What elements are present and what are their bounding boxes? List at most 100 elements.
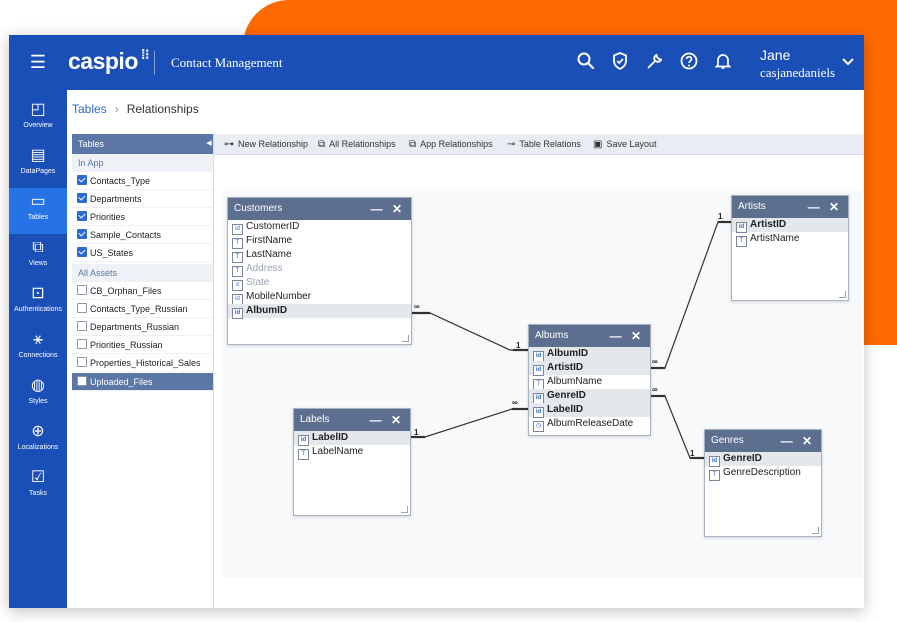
checkbox[interactable] xyxy=(77,376,87,386)
entity-labels[interactable]: Labels — ✕ id LabelID T LabelName xyxy=(293,408,411,516)
tasks-icon: ☑ xyxy=(30,469,46,486)
field-row-key[interactable]: id GenreID xyxy=(705,452,821,467)
checkbox[interactable] xyxy=(77,193,87,203)
tree-item[interactable]: CB_Orphan_Files xyxy=(72,282,213,300)
tree-item[interactable]: Properties_Historical_Sales xyxy=(72,354,213,372)
tables-icon: ▭ xyxy=(30,193,46,210)
tree-item[interactable]: Departments xyxy=(72,190,213,208)
wrench-icon[interactable] xyxy=(643,51,667,75)
checkbox[interactable] xyxy=(77,211,87,221)
field-row[interactable]: id CustomerID xyxy=(228,220,411,235)
entity-header[interactable]: Albums — ✕ xyxy=(529,325,650,347)
checkbox[interactable] xyxy=(77,339,87,349)
tree-item[interactable]: Sample_Contacts xyxy=(72,226,213,244)
breadcrumb-tables-link[interactable]: Tables xyxy=(72,102,107,116)
field-row[interactable]: T FirstName xyxy=(228,234,411,249)
relation-one-label: 1 xyxy=(718,212,723,221)
save-layout-button[interactable]: ▣ Save Layout xyxy=(593,134,657,154)
field-row-key[interactable]: id AlbumID xyxy=(529,347,650,362)
entity-albums[interactable]: Albums — ✕ id AlbumID id ArtistID T AlbumNam… xyxy=(528,324,651,436)
entity-genres[interactable]: Genres — ✕ id GenreID T GenreDescription xyxy=(704,429,822,537)
user-name[interactable]: Jane xyxy=(760,47,790,63)
field-row[interactable]: T LastName xyxy=(228,248,411,263)
all-relationships-button[interactable]: ⧉ All Relationships xyxy=(318,134,396,154)
resize-handle-icon[interactable] xyxy=(402,335,409,342)
resize-handle-icon[interactable] xyxy=(812,527,819,534)
tree-item[interactable]: Contacts_Type xyxy=(72,172,213,190)
resize-handle-icon[interactable] xyxy=(839,291,846,298)
minimize-close-icons[interactable]: — ✕ xyxy=(370,409,404,431)
field-row[interactable]: T ArtistName xyxy=(732,232,848,247)
new-relationship-button[interactable]: ⊶ New Relationship xyxy=(224,134,308,154)
entity-header[interactable]: Customers — ✕ xyxy=(228,198,411,220)
minimize-close-icons[interactable]: — ✕ xyxy=(371,198,405,220)
tree-item-selected[interactable]: Uploaded_Files xyxy=(72,373,213,391)
tree-section-all-assets: All Assets xyxy=(72,264,213,282)
checkbox[interactable] xyxy=(77,303,87,313)
field-row-key[interactable]: id GenreID xyxy=(529,389,650,404)
authentications-icon: ⊡ xyxy=(31,285,45,302)
nav-overview[interactable]: ◰ Overview xyxy=(9,96,67,142)
entity-header[interactable]: Labels — ✕ xyxy=(294,409,410,431)
shield-icon[interactable] xyxy=(608,51,632,75)
tree-item[interactable]: Departments_Russian xyxy=(72,318,213,336)
table-relations-button[interactable]: ⊸ Table Relations xyxy=(507,134,581,154)
field-row-key[interactable]: id LabelID xyxy=(294,431,410,446)
entity-customers[interactable]: Customers — ✕ id CustomerID T FirstName T La… xyxy=(227,197,412,345)
field-row[interactable]: id MobileNumber xyxy=(228,290,411,305)
checkbox[interactable] xyxy=(77,247,87,257)
tree-item[interactable]: Priorities xyxy=(72,208,213,226)
relation-many-label: ∞ xyxy=(414,302,420,311)
entity-header[interactable]: Genres — ✕ xyxy=(705,430,821,452)
minimize-close-icons[interactable]: — ✕ xyxy=(808,196,842,218)
minimize-close-icons[interactable]: — ✕ xyxy=(781,430,815,452)
table-relations-icon: ⊸ xyxy=(507,139,516,150)
field-row[interactable]: T LabelName xyxy=(294,445,410,460)
app-title[interactable]: Contact Management xyxy=(171,55,283,71)
checkbox[interactable] xyxy=(77,321,87,331)
field-row[interactable]: ≡ State xyxy=(228,276,411,291)
text-field-icon: T xyxy=(709,470,720,481)
field-row[interactable]: ◷ AlbumReleaseDate xyxy=(529,417,650,432)
nav-styles[interactable]: ◍ Styles xyxy=(9,372,67,418)
connections-icon: ⚹ xyxy=(33,331,43,348)
field-row-key[interactable]: id AlbumID xyxy=(228,304,411,319)
save-icon: ▣ xyxy=(593,139,603,150)
resize-handle-icon[interactable] xyxy=(401,506,408,513)
entity-artists[interactable]: Artists — ✕ id ArtistID T ArtistName xyxy=(731,195,849,301)
field-row[interactable]: T Address xyxy=(228,262,411,277)
nav-datapages[interactable]: ▤ DataPages xyxy=(9,142,67,188)
nav-tasks[interactable]: ☑ Tasks xyxy=(9,464,67,510)
chevron-down-icon[interactable] xyxy=(841,54,855,71)
tree-item[interactable]: Contacts_Type_Russian xyxy=(72,300,213,318)
app-relationships-button[interactable]: ⧉ App Relationships xyxy=(409,134,493,154)
caspio-logo[interactable]: caspio ⁞⁝ xyxy=(68,47,150,75)
tree-item[interactable]: US_States xyxy=(72,244,213,262)
nav-tables[interactable]: ▭ Tables xyxy=(9,188,67,234)
checkbox[interactable] xyxy=(77,357,87,367)
all-relationships-icon: ⧉ xyxy=(318,139,326,150)
collapse-panel-icon[interactable]: ◀ xyxy=(205,134,213,154)
user-login[interactable]: casjanedaniels xyxy=(760,65,835,81)
help-icon[interactable] xyxy=(677,51,701,75)
minimize-close-icons[interactable]: — ✕ xyxy=(610,325,644,347)
checkbox[interactable] xyxy=(77,229,87,239)
field-row-key[interactable]: id ArtistID xyxy=(529,361,650,376)
field-row-key[interactable]: id LabelID xyxy=(529,403,650,418)
menu-icon[interactable]: ☰ xyxy=(27,52,49,72)
checkbox[interactable] xyxy=(77,175,87,185)
bell-icon[interactable] xyxy=(711,51,735,75)
search-icon[interactable] xyxy=(574,51,598,75)
nav-authentications[interactable]: ⊡ Authentications xyxy=(9,280,67,326)
nav-connections[interactable]: ⚹ Connections xyxy=(9,326,67,372)
checkbox[interactable] xyxy=(77,285,87,295)
globe-icon: ⊕ xyxy=(31,423,45,440)
nav-localizations[interactable]: ⊕ Localizations xyxy=(9,418,67,464)
field-row[interactable]: T GenreDescription xyxy=(705,466,821,481)
styles-icon: ◍ xyxy=(31,377,45,394)
field-row-key[interactable]: id ArtistID xyxy=(732,218,848,233)
tree-item[interactable]: Priorities_Russian xyxy=(72,336,213,354)
nav-views[interactable]: ⧉ Views xyxy=(9,234,67,280)
field-row[interactable]: T AlbumName xyxy=(529,375,650,390)
entity-header[interactable]: Artists — ✕ xyxy=(732,196,848,218)
